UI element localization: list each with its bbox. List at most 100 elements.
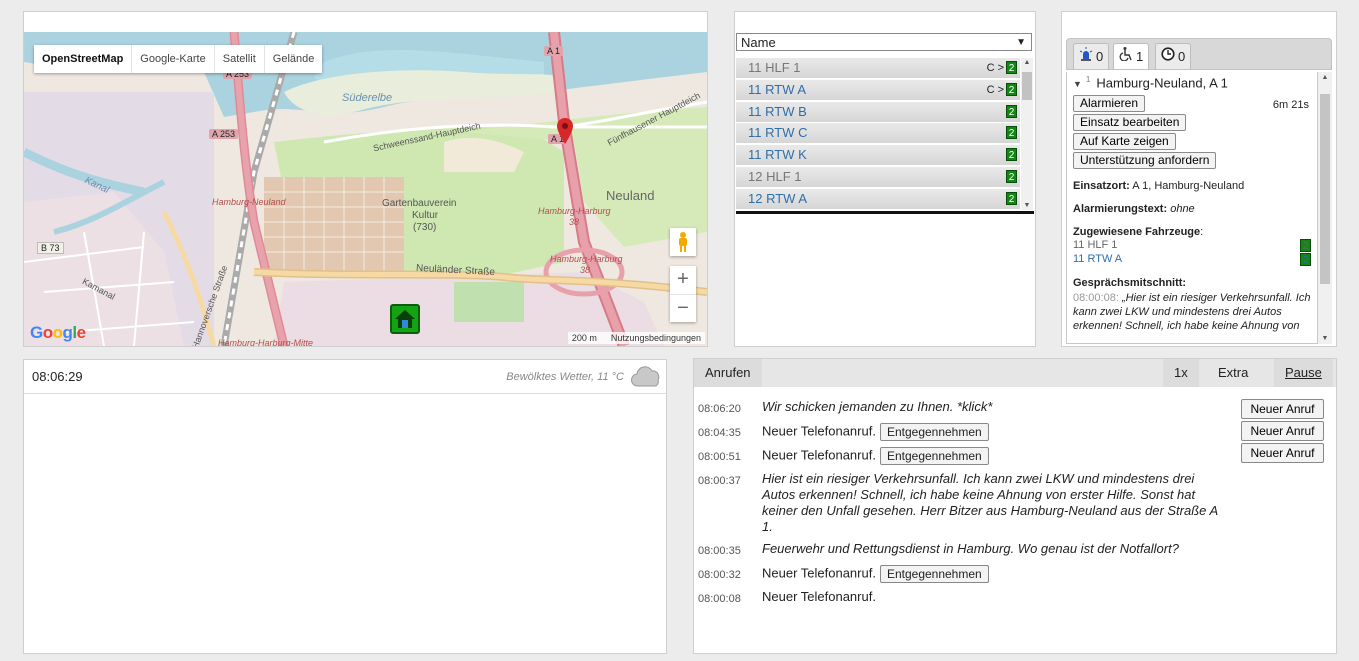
map[interactable]: A 1 A 1 A 253 A 253 B 73 Süderelbe Neula… (24, 32, 707, 346)
assigned-vehicles: Zugewiesene Fahrzeuge: 11 HLF 1 2 11 RTW… (1073, 226, 1311, 267)
scroll-down-icon[interactable]: ▼ (1021, 202, 1033, 209)
label-hh-harburg-1: Hamburg-Harburg (538, 206, 611, 216)
alarm-button[interactable]: Alarmieren (1073, 95, 1146, 113)
log-text: Neuer Telefonanruf. (762, 423, 876, 439)
vehicle-row[interactable]: 11 RTW B 2 (736, 101, 1020, 123)
label-suederelbe: Süderelbe (342, 92, 393, 104)
calls-panel: Anrufen 1x Extra Pause 08:06:20 Wir schi… (693, 358, 1337, 654)
new-call-button[interactable]: Neuer Anruf (1241, 421, 1324, 441)
pause-button[interactable]: Pause (1274, 359, 1333, 387)
vehicle-row[interactable]: 11 RTW A C > 2 (736, 79, 1020, 101)
log-entry: 08:00:35 Feuerwehr und Rettungsdienst in… (698, 541, 1228, 559)
accept-call-button[interactable]: Entgegennehmen (879, 565, 989, 583)
incident-title: Hamburg-Neuland, A 1 (1096, 75, 1228, 91)
cloud-icon (630, 364, 662, 393)
log-entry: 08:00:08 Neuer Telefonanruf. (698, 589, 1228, 607)
alarm-text-line: Alarmierungstext: ohne (1073, 203, 1311, 215)
status-badge: 2 (1006, 61, 1017, 74)
label-kultur-num: (730) (413, 222, 437, 233)
vehicle-list: 11 HLF 1 C > 2 11 RTW A C > 2 11 RTW B 2… (736, 58, 1020, 210)
vehicle-list-scrollbar[interactable]: ▲ ▼ (1021, 58, 1033, 210)
google-logo: Google (30, 323, 86, 342)
transcript-time: 08:00:08: (1073, 292, 1119, 305)
assigned-vehicle[interactable]: 11 RTW A 2 (1073, 252, 1311, 267)
house-icon[interactable] (390, 304, 420, 334)
new-call-buttons: Neuer Anruf Neuer Anruf Neuer Anruf (1241, 399, 1324, 465)
incident-panel: 0 1 0 ▼ 1 Hamburg-Neuland, A 1 6m 21s Alar… (1061, 11, 1337, 347)
label-38-a: 38 (569, 217, 580, 227)
tab-pending[interactable]: 0 (1155, 43, 1192, 69)
map-pin-icon[interactable] (557, 118, 573, 149)
weather-text: Bewölktes Wetter, 11 °C (506, 371, 624, 383)
vehicle-name: 11 RTW K (748, 147, 807, 163)
zoom-out-button[interactable]: − (670, 295, 696, 323)
log-entry: 08:00:32 Neuer Telefonanruf. Entgegennehm… (698, 565, 1228, 583)
log-text: Neuer Telefonanruf. (762, 447, 876, 463)
tab-calls[interactable]: Anrufen (694, 359, 762, 387)
tab-patients[interactable]: 1 (1113, 43, 1150, 70)
scroll-thumb[interactable] (1320, 94, 1330, 284)
assigned-vehicle[interactable]: 11 HLF 1 2 (1073, 238, 1311, 253)
log-text: Wir schicken jemanden zu Ihnen. *klick* (762, 399, 993, 414)
label-a253-b: A 253 (209, 129, 239, 139)
vehicle-name: 11 RTW A (748, 81, 807, 97)
map-type-satellite[interactable]: Satellit (215, 45, 265, 73)
collapse-triangle-icon[interactable]: ▼ (1073, 79, 1082, 89)
log-time: 08:00:08 (698, 593, 741, 605)
vehicle-row[interactable]: 11 RTW C 2 (736, 123, 1020, 145)
log-text: Hier ist ein riesiger Verkehrsunfall. Ic… (762, 471, 1218, 534)
log-time: 08:04:35 (698, 427, 741, 439)
scroll-up-icon[interactable]: ▲ (1021, 59, 1033, 66)
clock: 08:06:29 (32, 369, 83, 384)
vehicle-row[interactable]: 12 RTW A 2 (736, 188, 1020, 210)
speed-button[interactable]: 1x (1163, 359, 1199, 387)
transcript-text-block: 08:00:08: „Hier ist ein riesiger Verkehr… (1073, 291, 1311, 333)
alarm-text-label: Alarmierungstext: (1073, 203, 1168, 216)
map-footer: 200 m Nutzungsbedingungen (567, 332, 705, 344)
sort-select-value: Name (741, 35, 776, 50)
sort-select[interactable]: Name ▼ (736, 33, 1032, 51)
tab-count: 1 (1136, 48, 1144, 64)
tab-active-incidents[interactable]: 0 (1073, 43, 1110, 70)
vehicle-row[interactable]: 12 HLF 1 2 (736, 166, 1020, 188)
scroll-down-icon[interactable]: ▼ (1318, 335, 1332, 342)
calls-toolbar: Anrufen 1x Extra Pause (694, 359, 1336, 387)
status-badge: 2 (1006, 148, 1017, 162)
log-entry: 08:06:20 Wir schicken jemanden zu Ihnen.… (698, 399, 1228, 417)
incident-header[interactable]: ▼ 1 Hamburg-Neuland, A 1 (1073, 75, 1311, 90)
vehicle-name: 11 RTW C (748, 125, 808, 141)
incident-scrollbar[interactable]: ▲ ▼ (1318, 72, 1332, 344)
log-text: Neuer Telefonanruf. (762, 589, 876, 604)
map-type-terrain[interactable]: Gelände (265, 45, 323, 73)
zoom-in-button[interactable]: + (670, 266, 696, 295)
log-entry: 08:00:37 Hier ist ein riesiger Verkehrsu… (698, 471, 1228, 535)
status-badge: 2 (1300, 239, 1311, 253)
log-time: 08:06:20 (698, 403, 741, 415)
map-type-osm[interactable]: OpenStreetMap (34, 45, 133, 73)
accept-call-button[interactable]: Entgegennehmen (879, 423, 989, 441)
pegman-icon[interactable] (670, 228, 696, 256)
status-badge: 2 (1006, 126, 1017, 140)
vehicle-name: 12 HLF 1 (748, 168, 802, 184)
new-call-button[interactable]: Neuer Anruf (1241, 399, 1324, 419)
vehicle-name: 11 HLF 1 (748, 60, 801, 75)
terms-link[interactable]: Nutzungsbedingungen (611, 333, 701, 343)
scroll-up-icon[interactable]: ▲ (1318, 74, 1332, 81)
new-call-button[interactable]: Neuer Anruf (1241, 443, 1324, 463)
scale-label: 200 m (571, 333, 597, 343)
show-on-map-button[interactable]: Auf Karte zeigen (1073, 133, 1176, 151)
scroll-thumb[interactable] (1022, 72, 1032, 100)
accept-call-button[interactable]: Entgegennehmen (879, 447, 989, 465)
extra-button[interactable]: Extra (1207, 359, 1260, 387)
vehicle-row[interactable]: 11 RTW K 2 (736, 145, 1020, 167)
edit-incident-button[interactable]: Einsatz bearbeiten (1073, 114, 1187, 132)
request-support-button[interactable]: Unterstützung anfordern (1073, 152, 1217, 170)
label-hh-harburg-2: Hamburg-Harburg (550, 254, 623, 264)
label-hh-mitte: Hamburg-Harburg-Mitte (218, 338, 314, 346)
map-type-google[interactable]: Google-Karte (132, 45, 215, 73)
vehicle-row[interactable]: 11 HLF 1 C > 2 (736, 58, 1020, 79)
wheelchair-icon (1119, 44, 1133, 70)
siren-icon (1079, 44, 1093, 70)
status-badge: 2 (1006, 169, 1017, 183)
transcript-label: Gesprächsmitschnitt: (1073, 277, 1187, 290)
